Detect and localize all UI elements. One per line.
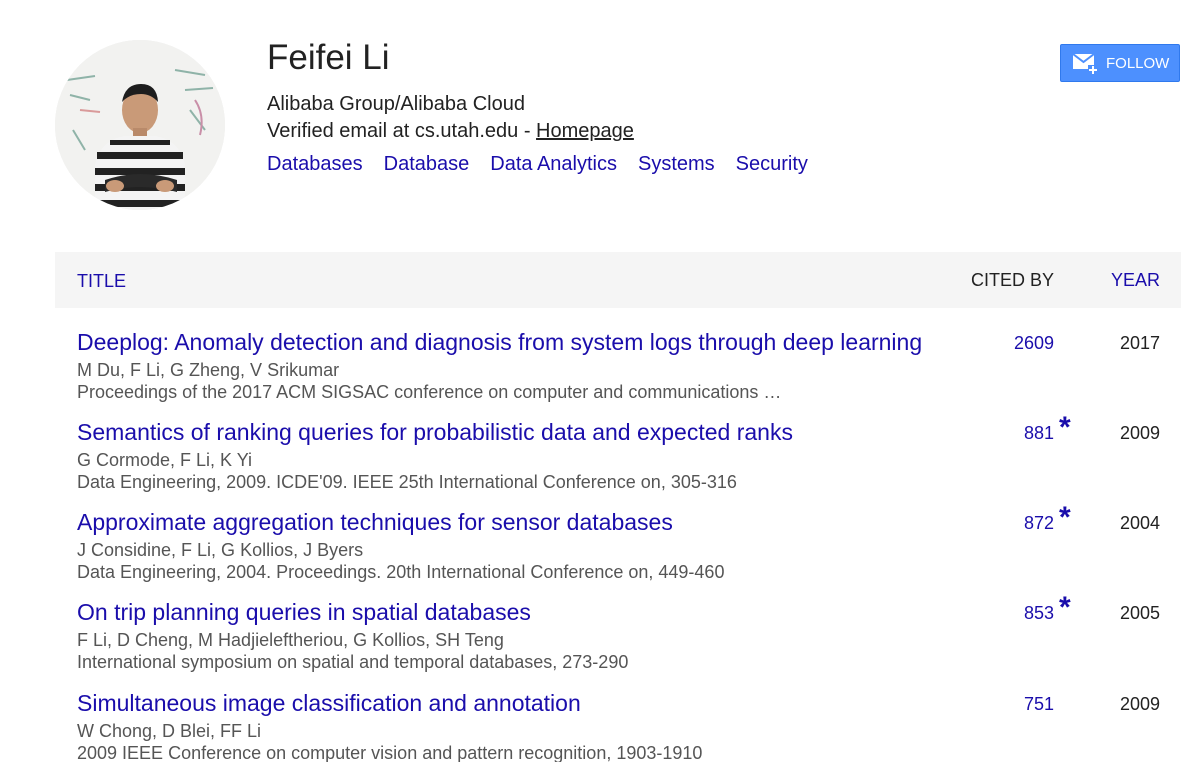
publication-venue: Data Engineering, 2004. Proceedings. 20t… bbox=[77, 562, 725, 582]
avatar[interactable] bbox=[55, 40, 225, 210]
publication-year: 2017 bbox=[1119, 333, 1160, 353]
cited-by-header: CITED BY bbox=[970, 270, 1054, 290]
sort-by-year-header[interactable]: YEAR bbox=[1111, 270, 1160, 291]
verified-email-line: Verified email at cs.utah.edu - Homepage bbox=[267, 120, 634, 143]
cited-by-count-link[interactable]: 751 bbox=[1024, 694, 1054, 715]
table-row: Semantics of ranking queries for probabi… bbox=[55, 411, 1181, 507]
table-row: Deeplog: Anomaly detection and diagnosis… bbox=[55, 329, 1181, 417]
publication-year: 2005 bbox=[1119, 603, 1160, 623]
publication-venue: Data Engineering, 2009. ICDE'09. IEEE 25… bbox=[77, 472, 737, 492]
follow-button[interactable]: FOLLOW bbox=[1060, 44, 1180, 82]
interest-database[interactable]: Database bbox=[384, 153, 470, 175]
publication-authors: F Li, D Cheng, M Hadjieleftheriou, G Kol… bbox=[77, 630, 504, 650]
publication-authors: W Chong, D Blei, FF Li bbox=[77, 721, 262, 741]
homepage-link[interactable]: Homepage bbox=[536, 120, 634, 142]
profile-page: Feifei Li Alibaba Group/Alibaba Cloud Ve… bbox=[0, 0, 1200, 762]
profile-affiliation: Alibaba Group/Alibaba Cloud bbox=[267, 93, 525, 115]
publication-year: 2009 bbox=[1119, 423, 1160, 443]
cited-by-count-link[interactable]: 872 bbox=[1024, 513, 1054, 534]
publication-title-link[interactable]: Deeplog: Anomaly detection and diagnosis… bbox=[77, 329, 922, 356]
publication-authors: M Du, F Li, G Zheng, V Srikumar bbox=[77, 360, 340, 380]
merged-citations-star[interactable]: * bbox=[1059, 501, 1071, 535]
table-row: Approximate aggregation techniques for s… bbox=[55, 501, 1181, 597]
table-row: Simultaneous image classification and an… bbox=[55, 690, 1181, 762]
verified-email-text: Verified email at cs.utah.edu - bbox=[267, 120, 537, 142]
publications-table-header: TITLE CITED BY YEAR bbox=[55, 252, 1181, 308]
mail-plus-icon bbox=[1072, 52, 1098, 74]
sort-by-title-header[interactable]: TITLE bbox=[77, 271, 126, 292]
publication-year: 2009 bbox=[1119, 694, 1160, 714]
publication-year: 2004 bbox=[1119, 513, 1160, 533]
publication-authors: J Considine, F Li, G Kollios, J Byers bbox=[77, 540, 364, 560]
research-interests: Databases Database Data Analytics Systems Se… bbox=[267, 153, 829, 176]
publication-authors: G Cormode, F Li, K Yi bbox=[77, 450, 253, 470]
publication-title-link[interactable]: On trip planning queries in spatial data… bbox=[77, 599, 531, 626]
interest-data-analytics[interactable]: Data Analytics bbox=[490, 153, 617, 175]
publication-venue: Proceedings of the 2017 ACM SIGSAC confe… bbox=[77, 382, 782, 402]
cited-by-count-link[interactable]: 881 bbox=[1024, 423, 1054, 444]
table-row: On trip planning queries in spatial data… bbox=[55, 591, 1181, 687]
merged-citations-star[interactable]: * bbox=[1059, 411, 1071, 445]
publication-venue: 2009 IEEE Conference on computer vision … bbox=[77, 743, 703, 762]
interest-databases[interactable]: Databases bbox=[267, 153, 363, 175]
interest-systems[interactable]: Systems bbox=[638, 153, 715, 175]
follow-label: FOLLOW bbox=[1106, 54, 1170, 72]
publication-title-link[interactable]: Semantics of ranking queries for probabi… bbox=[77, 419, 793, 446]
merged-citations-star[interactable]: * bbox=[1059, 591, 1071, 625]
publication-title-link[interactable]: Approximate aggregation techniques for s… bbox=[77, 509, 673, 536]
profile-name: Feifei Li bbox=[267, 38, 390, 77]
cited-by-count-link[interactable]: 853 bbox=[1024, 603, 1054, 624]
cited-by-count-link[interactable]: 2609 bbox=[1014, 333, 1054, 354]
publication-venue: International symposium on spatial and t… bbox=[77, 652, 629, 672]
interest-security[interactable]: Security bbox=[736, 153, 808, 175]
avatar-photo bbox=[55, 40, 225, 210]
publication-title-link[interactable]: Simultaneous image classification and an… bbox=[77, 690, 581, 717]
